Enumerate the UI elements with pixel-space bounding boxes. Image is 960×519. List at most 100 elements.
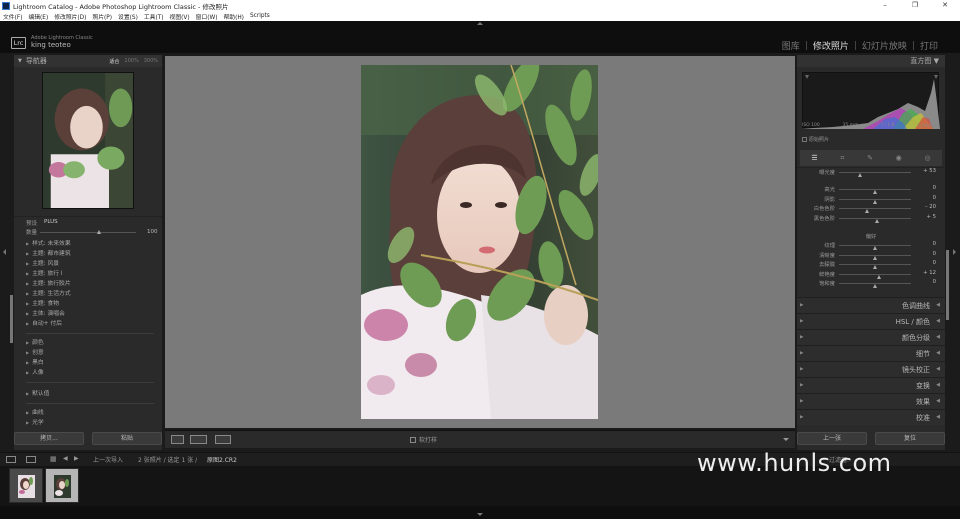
develop-section-header[interactable]: ▶ 校准 ◀ <box>797 409 945 425</box>
current-filename[interactable]: 原图2.CR2 <box>207 455 237 464</box>
slider-thumb[interactable] <box>865 209 870 214</box>
preset-group[interactable]: ▶ 颜色 <box>26 338 44 348</box>
menu-window[interactable]: 窗口(W) <box>196 12 218 21</box>
top-panel-toggle-icon[interactable] <box>477 22 483 25</box>
filmstrip-thumbnail[interactable] <box>9 468 43 503</box>
close-button[interactable]: ✕ <box>930 0 960 11</box>
menu-tools[interactable]: 工具(T) <box>144 12 164 21</box>
left-scrollbar[interactable] <box>10 295 13 343</box>
preset-group[interactable]: ▶ 曲线 <box>26 408 44 418</box>
before-after-button[interactable] <box>190 435 207 444</box>
section-toggle-icon[interactable]: ▶ <box>800 415 803 420</box>
preset-group[interactable]: ▶ 自动+ 付后 <box>26 319 71 329</box>
slider-track[interactable] <box>839 245 911 250</box>
slider-track[interactable] <box>839 198 911 204</box>
preset-group[interactable]: ▶ 主题: 风景 <box>26 259 71 269</box>
section-toggle-icon[interactable]: ▶ <box>800 335 803 340</box>
preset-group[interactable]: ▶ 主题: 旅行胶片 <box>26 279 71 289</box>
histogram-header[interactable]: 直方图 ▼ <box>797 55 945 67</box>
preset-group[interactable]: ▶ 黑白 <box>26 358 44 368</box>
slider-row[interactable]: 黑色色阶 + 5 <box>797 214 945 223</box>
edit-sliders-icon[interactable]: ☰ <box>811 154 817 162</box>
slider-thumb[interactable] <box>872 255 877 260</box>
maximize-button[interactable]: ❐ <box>900 0 930 11</box>
section-toggle-icon[interactable]: ▶ <box>800 351 803 356</box>
amount-slider-thumb[interactable] <box>97 230 102 234</box>
preset-group[interactable]: ▶ 人像 <box>26 368 44 378</box>
slider-row[interactable]: 白色色阶 – 20 <box>797 204 945 214</box>
develop-section-header[interactable]: ▶ HSL / 颜色 ◀ <box>797 313 945 329</box>
slider-row[interactable]: 阴影 0 <box>797 195 945 204</box>
amount-slider[interactable] <box>40 230 136 234</box>
slider-track[interactable] <box>839 172 911 177</box>
back-arrow-icon[interactable]: ◀ <box>63 455 68 462</box>
previous-button[interactable]: 上一张 <box>797 432 867 445</box>
preset-group[interactable]: ▶ 默认值 <box>26 389 49 399</box>
healing-icon[interactable]: ✎ <box>867 154 873 162</box>
left-panel-toggle-icon[interactable] <box>3 249 6 255</box>
section-toggle-icon[interactable]: ▶ <box>800 399 803 404</box>
slider-track[interactable] <box>839 283 911 289</box>
slider-row[interactable]: 高光 0 <box>797 185 945 194</box>
soft-proof[interactable]: 软打样 <box>410 435 437 444</box>
red-eye-icon[interactable]: ◉ <box>896 154 902 162</box>
menu-develop[interactable]: 修改照片(D) <box>54 12 86 21</box>
slider-value[interactable]: + 53 <box>923 168 936 174</box>
menu-edit[interactable]: 编辑(E) <box>28 12 48 21</box>
slider-value[interactable]: 0 <box>933 195 936 201</box>
menu-photo[interactable]: 照片(P) <box>92 12 112 21</box>
slider-row[interactable]: 清晰度 0 <box>797 251 945 260</box>
develop-section-header[interactable]: ▶ 效果 ◀ <box>797 393 945 409</box>
preset-group[interactable]: ▶ 主题: 都市建筑 <box>26 249 71 259</box>
histogram[interactable] <box>802 72 940 129</box>
module-print[interactable]: 打印 <box>920 39 938 52</box>
grid-view-icon[interactable]: ▦ <box>50 455 57 463</box>
develop-section-header[interactable]: ▶ 颜色分级 ◀ <box>797 329 945 345</box>
slider-track[interactable] <box>839 217 911 223</box>
slider-row[interactable]: 去朦胧 0 <box>797 260 945 270</box>
slider-value[interactable]: 0 <box>933 279 936 285</box>
compare-view-button[interactable] <box>215 435 231 444</box>
preset-group[interactable]: ▶ 主题: 旅行 I <box>26 269 71 279</box>
slider-thumb[interactable] <box>872 199 877 204</box>
slider-thumb[interactable] <box>872 265 877 270</box>
zoom-100[interactable]: 100% <box>124 58 138 65</box>
develop-section-header[interactable]: ▶ 镜头校正 ◀ <box>797 361 945 377</box>
navigator-header[interactable]: ▼ 导航器 适合 100% 300% <box>14 55 162 67</box>
preset-group[interactable]: ▶ 光学 <box>26 418 44 428</box>
develop-section-header[interactable]: ▶ 细节 ◀ <box>797 345 945 361</box>
slider-thumb[interactable] <box>872 284 877 289</box>
crop-icon[interactable]: ⌗ <box>840 154 844 163</box>
filmstrip-toggle-icon[interactable] <box>477 513 483 516</box>
module-slideshow[interactable]: 幻灯片放映 <box>862 39 907 52</box>
slider-thumb[interactable] <box>872 190 877 194</box>
forward-arrow-icon[interactable]: ▶ <box>74 455 79 462</box>
original-photo-checkbox[interactable] <box>802 137 807 142</box>
menu-scripts[interactable]: Scripts <box>250 13 270 19</box>
slider-thumb[interactable] <box>874 218 879 223</box>
right-panel-toggle-icon[interactable] <box>953 249 956 255</box>
develop-section-header[interactable]: ▶ 色调曲线 ◀ <box>797 297 945 313</box>
zoom-fit[interactable]: 适合 <box>109 58 119 65</box>
slider-row[interactable]: 纹理 0 <box>797 241 945 250</box>
section-toggle-icon[interactable]: ▶ <box>800 303 803 308</box>
slider-value[interactable]: – 20 <box>925 204 936 210</box>
presets-search-tag[interactable]: PLUS <box>44 219 58 225</box>
slider-track[interactable] <box>839 254 911 260</box>
filmstrip-thumbnail-selected[interactable] <box>45 468 79 503</box>
menu-help[interactable]: 帮助(H) <box>223 12 243 21</box>
slider-value[interactable]: + 5 <box>927 214 937 220</box>
monitor-2-icon[interactable] <box>26 456 36 463</box>
preset-group[interactable]: ▶ 创意 <box>26 348 44 358</box>
slider-thumb[interactable] <box>872 246 877 250</box>
original-photo-toggle[interactable]: 原始照片 <box>802 136 829 143</box>
section-toggle-icon[interactable]: ▶ <box>800 367 803 372</box>
develop-section-header[interactable]: ▶ 变换 ◀ <box>797 377 945 393</box>
preset-group[interactable]: ▶ 主题: 生活方式 <box>26 289 71 299</box>
slider-track[interactable] <box>839 273 911 279</box>
slider-value[interactable]: 0 <box>933 260 936 266</box>
section-toggle-icon[interactable]: ▶ <box>800 319 803 324</box>
toolbar-menu-icon[interactable] <box>783 438 789 441</box>
slider-value[interactable]: + 12 <box>923 270 936 276</box>
slider-thumb[interactable] <box>876 274 881 279</box>
